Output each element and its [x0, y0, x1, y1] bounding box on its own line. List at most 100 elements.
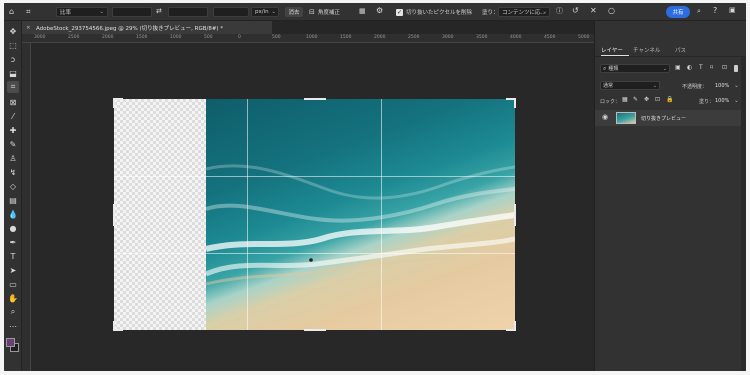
eraser-tool-icon[interactable]: ◇ — [7, 180, 19, 192]
crop-handle-bottom-left[interactable] — [113, 321, 115, 331]
lock-artboard-icon[interactable]: ⊡ — [655, 97, 660, 103]
fill-label: 塗り： — [482, 10, 499, 16]
clear-button[interactable]: 消去 — [285, 7, 303, 17]
smart-object-filter-icon[interactable]: ⊡ — [722, 65, 727, 71]
help-icon[interactable]: ? — [713, 7, 717, 15]
object-select-tool-icon[interactable]: ⬓ — [7, 67, 19, 79]
search-icon: ⌕ — [603, 64, 607, 72]
tab-channels[interactable]: チャンネル — [633, 46, 660, 54]
crop-handle-left[interactable] — [113, 204, 115, 226]
horizontal-ruler: 3000 2500 2000 1500 1000 500 0 500 1000 1500 2000 2… — [22, 34, 594, 43]
history-brush-icon[interactable]: ↯ — [7, 166, 19, 178]
share-button[interactable]: 共有 — [666, 6, 690, 18]
straighten-button[interactable]: ⊟ 角度補正 — [309, 7, 340, 17]
path-select-tool-icon[interactable]: ➤ — [7, 264, 19, 276]
delete-cropped-label: 切り抜いたピクセルを削除 — [406, 10, 473, 16]
ruler-tick-label: 2500 — [68, 35, 80, 40]
hand-tool-icon[interactable]: ✋ — [7, 292, 19, 304]
crop-grid-line — [114, 253, 515, 254]
document-tab[interactable]: × AdobeStock_293754566.jpeg @ 29% (切り抜きプ… — [22, 21, 272, 34]
crop-tool-preset-icon[interactable]: ⌗ — [26, 8, 31, 16]
close-icon[interactable]: ✕ — [590, 7, 597, 15]
layer-row[interactable]: ◉ 切り抜きプレビュー — [595, 110, 741, 126]
crop-handle-bottom-right[interactable] — [514, 321, 516, 331]
home-icon[interactable]: ⌂ — [9, 8, 14, 16]
ruler-tick-label: 2500 — [408, 35, 420, 40]
stamp-tool-icon[interactable]: ♙ — [7, 152, 19, 164]
layers-panel: レイヤー チャンネル パス ⌕ 種類 ⌄ ▣ ◐ T ⌑ ⊡ 通常 ⌄ 不透明度… — [594, 21, 746, 371]
delete-cropped-checkbox[interactable]: ✓ 切り抜いたピクセルを削除 — [396, 7, 472, 17]
pen-tool-icon[interactable]: ✒ — [7, 236, 19, 248]
opacity-label: 不透明度： — [682, 84, 708, 90]
ruler-tick-label: 3000 — [442, 35, 454, 40]
overlay-grid-icon[interactable]: ▦ — [359, 8, 366, 15]
unit-select[interactable]: px/in ⌄ — [251, 7, 279, 17]
beach-photo — [206, 99, 515, 330]
layer-filter-select[interactable]: ⌕ 種類 ⌄ — [600, 64, 670, 73]
crop-handle-top-right[interactable] — [514, 98, 516, 108]
fill-select[interactable]: コンテンツに応... ⌄ — [498, 7, 550, 17]
eyedropper-tool-icon[interactable]: ⁄ — [7, 110, 19, 122]
more-tools-icon[interactable]: ⋯ — [7, 320, 19, 332]
crop-grid-line — [247, 99, 248, 330]
ruler-tick-label: 1500 — [340, 35, 352, 40]
chevron-down-icon[interactable]: ⌄ — [734, 82, 739, 89]
blend-mode-select[interactable]: 通常 ⌄ — [600, 81, 660, 90]
zoom-tool-icon[interactable]: ⌕ — [7, 306, 19, 318]
adjustment-filter-icon[interactable]: ◐ — [687, 65, 692, 71]
eye-icon[interactable]: ◉ — [602, 114, 608, 121]
commit-circle-icon[interactable]: ○ — [608, 7, 615, 15]
type-tool-icon[interactable]: T — [7, 250, 19, 262]
ruler-tick-label: 5000 — [578, 35, 590, 40]
width-field[interactable] — [112, 7, 152, 17]
filter-toggle[interactable] — [734, 65, 738, 72]
lock-position-icon[interactable]: ✥ — [644, 97, 649, 103]
ratio-select[interactable]: 比率 ⌄ — [56, 7, 108, 17]
panel-scrollbar[interactable] — [741, 57, 746, 371]
lock-pixels-icon[interactable]: ✎ — [633, 97, 638, 103]
blend-mode-value: 通常 — [603, 83, 614, 89]
document-canvas[interactable] — [113, 98, 516, 331]
close-tab-icon[interactable]: × — [26, 25, 31, 31]
shape-tool-icon[interactable]: ▭ — [7, 278, 19, 290]
resolution-field[interactable] — [213, 7, 249, 17]
chevron-down-icon[interactable]: ⌄ — [734, 97, 739, 104]
lock-transparency-icon[interactable]: ▦ — [622, 97, 628, 103]
crop-handle-top[interactable] — [304, 98, 326, 100]
search-icon[interactable]: ⌕ — [697, 8, 701, 15]
swap-icon[interactable]: ⇄ — [156, 8, 162, 15]
gear-icon[interactable]: ⚙ — [376, 7, 383, 15]
height-field[interactable] — [168, 7, 208, 17]
ratio-select-value: 比率 — [60, 10, 72, 16]
foreground-color-swatch[interactable] — [6, 338, 15, 347]
ruler-tick-label: 2000 — [102, 35, 114, 40]
tab-paths[interactable]: パス — [675, 46, 686, 54]
workspace-icon[interactable]: ▣ — [729, 7, 736, 14]
fill-value[interactable]: 100% — [715, 98, 729, 104]
tab-layers[interactable]: レイヤー — [601, 46, 623, 54]
move-tool-icon[interactable]: ✥ — [7, 25, 19, 37]
ruler-tick-label: 1000 — [306, 35, 318, 40]
crop-handle-right[interactable] — [514, 204, 516, 226]
ruler-tick-label: 4500 — [544, 35, 556, 40]
blur-tool-icon[interactable]: 💧 — [7, 208, 19, 220]
ruler-tick-label: 500 — [204, 35, 213, 40]
crop-tool-icon[interactable]: ⌗ — [7, 81, 19, 93]
healing-brush-icon[interactable]: ✚ — [7, 124, 19, 136]
type-filter-icon[interactable]: T — [699, 65, 703, 71]
crop-handle-bottom[interactable] — [304, 329, 326, 331]
opacity-value[interactable]: 100% — [715, 83, 729, 89]
lasso-tool-icon[interactable]: ↄ — [7, 53, 19, 65]
canvas-area[interactable] — [31, 43, 594, 371]
gradient-tool-icon[interactable]: ▤ — [7, 194, 19, 206]
undo-icon[interactable]: ↺ — [572, 7, 579, 15]
frame-tool-icon[interactable]: ⊠ — [7, 96, 19, 108]
brush-tool-icon[interactable]: ✎ — [7, 138, 19, 150]
lock-all-icon[interactable]: 🔒 — [666, 97, 673, 103]
pixel-layer-filter-icon[interactable]: ▣ — [675, 65, 681, 71]
crop-handle-top-left[interactable] — [113, 98, 115, 108]
marquee-tool-icon[interactable]: ⬚ — [7, 39, 19, 51]
dodge-tool-icon[interactable]: ● — [7, 222, 19, 234]
info-icon[interactable]: ⓘ — [556, 8, 563, 15]
shape-filter-icon[interactable]: ⌑ — [710, 65, 713, 71]
